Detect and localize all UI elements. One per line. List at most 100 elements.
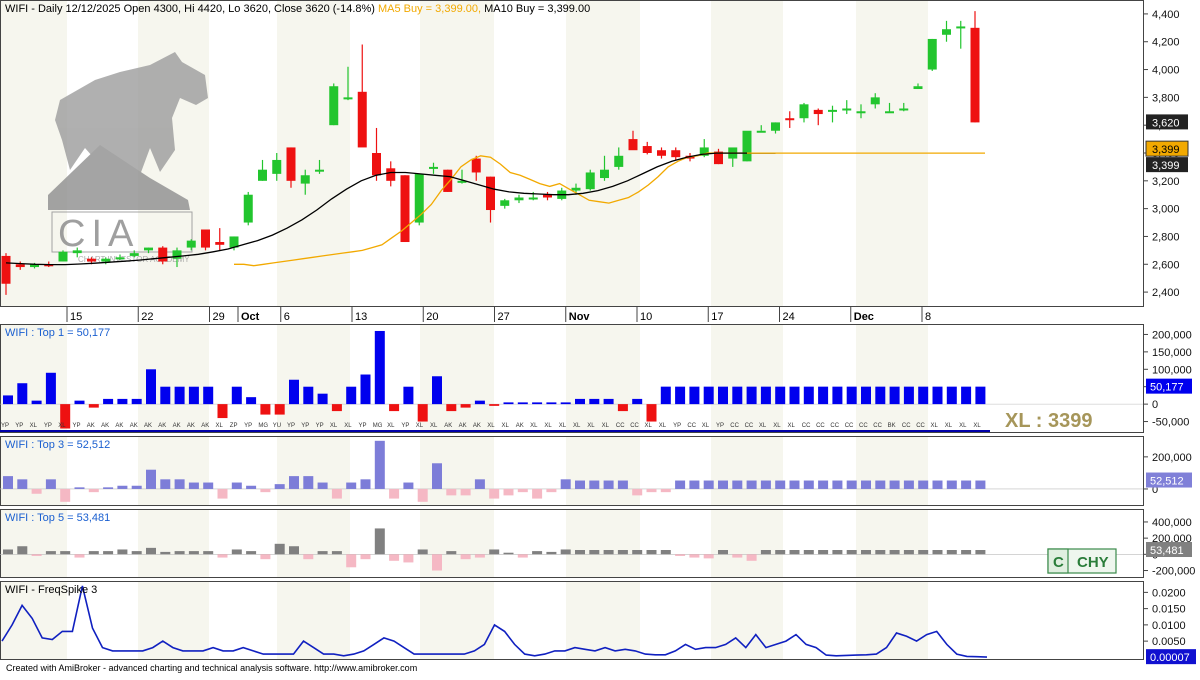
broker-code: XL xyxy=(945,423,953,429)
top3-bar xyxy=(303,476,314,489)
candle-body xyxy=(657,150,666,156)
top5-bar xyxy=(589,550,600,555)
week-band xyxy=(420,509,494,577)
y-tick-label: 400,000 xyxy=(1152,517,1192,529)
top5-bar xyxy=(946,550,957,555)
y-tick-label: 0.0200 xyxy=(1152,587,1186,599)
top3-bar xyxy=(875,480,886,489)
candle-body xyxy=(614,155,624,167)
top3-bar xyxy=(117,485,128,489)
candle-body xyxy=(72,250,82,254)
top5-bar xyxy=(231,549,242,555)
top5-bar xyxy=(317,551,328,555)
week-band xyxy=(783,436,856,505)
week-band xyxy=(209,509,277,577)
candle-body xyxy=(471,158,481,173)
broker-code: YP xyxy=(15,423,23,429)
logo-text: CIA xyxy=(58,213,139,255)
top1-bar xyxy=(117,398,128,405)
candle-body xyxy=(742,130,752,162)
week-band xyxy=(0,324,67,432)
x-tick-label: 17 xyxy=(711,311,723,323)
candle-body xyxy=(201,229,210,248)
top5-bar xyxy=(203,551,214,555)
top5-bar xyxy=(374,528,385,555)
broker-code: AK xyxy=(444,423,452,429)
top5-bar xyxy=(45,551,56,555)
top3-bar xyxy=(675,480,686,489)
top5-bar xyxy=(3,549,13,555)
x-tick-label: 15 xyxy=(70,311,82,323)
top3-bar xyxy=(575,480,585,489)
top1-bar xyxy=(946,386,957,405)
week-band xyxy=(420,436,494,505)
top5-bar xyxy=(88,551,99,555)
top1-bar xyxy=(546,402,557,405)
chart-canvas[interactable]: CIA CHART INVESTOR ACADEMY YP YP XL YP XL YP A… xyxy=(0,0,1200,675)
broker-code: YP xyxy=(716,423,724,429)
candle-body xyxy=(671,150,681,158)
top1-bar xyxy=(260,404,271,415)
candle-body xyxy=(429,166,438,169)
top1-bar xyxy=(432,376,442,405)
y-tick-label: 0.0050 xyxy=(1152,636,1186,648)
broker-code: AK xyxy=(173,423,181,429)
candle-body xyxy=(828,109,837,112)
top1-bar xyxy=(160,386,171,405)
top5-bar xyxy=(60,551,71,555)
top3-bar xyxy=(889,480,900,489)
week-band xyxy=(640,436,711,505)
top1-bar xyxy=(560,402,571,405)
top1-bar xyxy=(703,386,714,405)
week-band xyxy=(640,581,711,659)
candle-body xyxy=(756,130,766,133)
top1-bar xyxy=(45,372,56,405)
broker-code: XL xyxy=(216,423,224,429)
top1-bar xyxy=(875,386,886,405)
top3-bar xyxy=(718,480,728,489)
top5-bar xyxy=(403,554,414,563)
broker-code: XL xyxy=(330,423,338,429)
candle-body xyxy=(343,97,353,100)
week-band xyxy=(856,324,928,432)
top5-bar xyxy=(918,550,929,555)
xl-watermark: XL : 3399 xyxy=(1005,410,1092,432)
broker-code: BK xyxy=(888,423,896,429)
top5-bar xyxy=(474,554,485,558)
top1-bar xyxy=(474,400,485,405)
top3-bar xyxy=(689,480,700,489)
top5-bar xyxy=(517,554,528,558)
broker-code: YP xyxy=(401,423,409,429)
x-tick-label: 6 xyxy=(284,311,290,323)
week-band xyxy=(209,0,277,306)
top5-bar xyxy=(131,551,142,555)
top5-bar xyxy=(961,550,972,555)
top5-bar xyxy=(789,550,800,555)
week-band xyxy=(277,324,350,432)
top3-bar xyxy=(789,480,800,489)
broker-code: CC xyxy=(687,423,696,429)
top5-bar xyxy=(346,554,357,568)
top5-bar xyxy=(875,550,886,555)
top1-bar xyxy=(346,386,357,405)
top3-bar xyxy=(832,480,843,489)
y-tick-label: -50,000 xyxy=(1152,417,1189,429)
chy-button[interactable]: C CHY xyxy=(1047,548,1117,574)
week-band xyxy=(494,509,566,577)
top1-bar xyxy=(103,398,114,405)
top1-bar xyxy=(632,398,643,405)
top5-bar xyxy=(503,552,514,555)
candle-body xyxy=(799,104,809,119)
top3-bar xyxy=(289,476,299,489)
candle-body xyxy=(386,168,396,181)
x-tick-label: Nov xyxy=(569,311,591,323)
top5-bar xyxy=(389,554,400,561)
week-band xyxy=(420,324,494,432)
y-tick-label: 0 xyxy=(1152,399,1158,411)
broker-code: YP xyxy=(287,423,295,429)
candle-body xyxy=(144,247,153,251)
top5-bar xyxy=(160,551,171,555)
x-tick-label: 20 xyxy=(426,311,438,323)
top3-bar xyxy=(617,480,628,489)
week-band xyxy=(350,0,420,306)
